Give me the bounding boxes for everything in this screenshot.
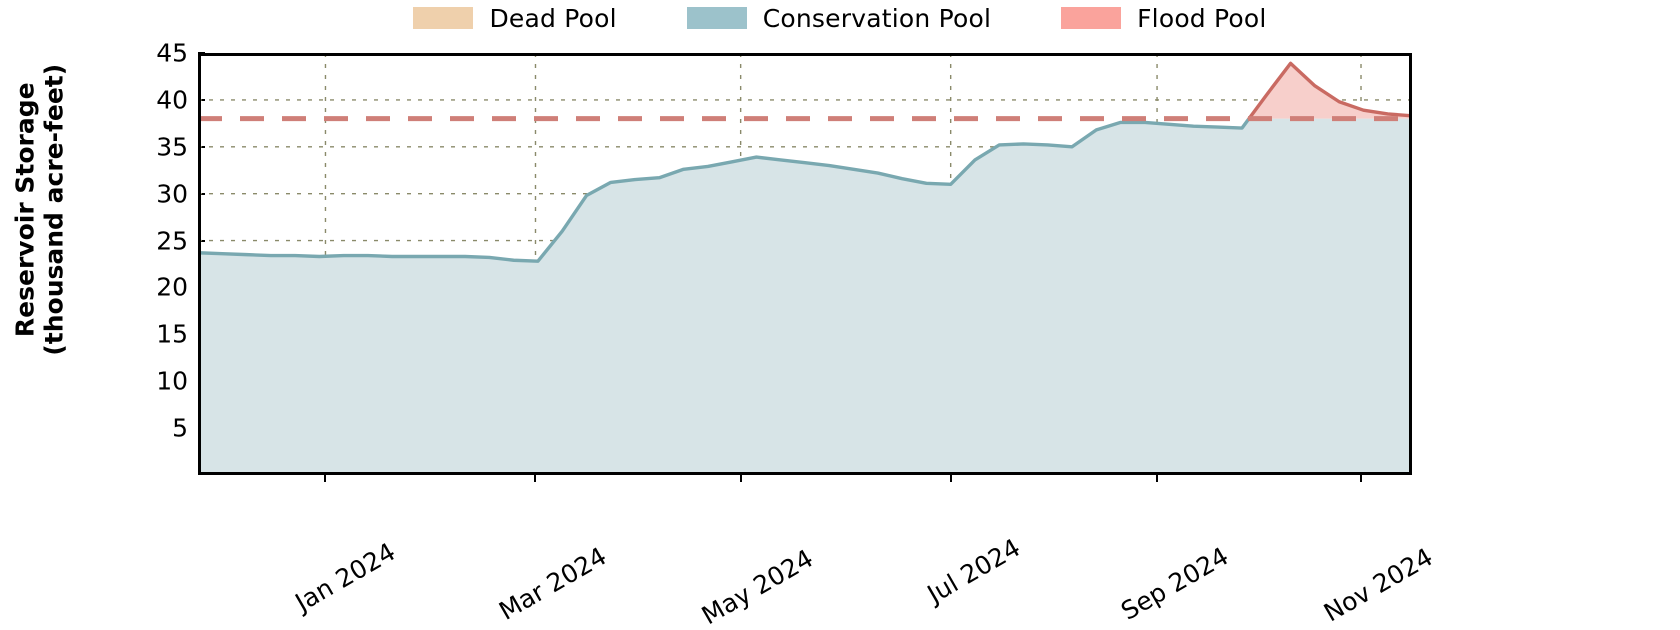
y-axis-title: Reservoir Storage (thousand acre-feet) xyxy=(10,0,69,425)
conservation-pool-area xyxy=(198,118,1412,475)
chart-root: Dead Pool Conservation Pool Flood Pool R… xyxy=(0,0,1680,630)
x-tick-mark xyxy=(949,475,952,482)
y-tick-label: 15 xyxy=(156,319,188,349)
y-tick-label: 25 xyxy=(156,226,188,256)
x-tick-label: Mar 2024 xyxy=(494,541,612,626)
x-tick-mark xyxy=(1156,475,1159,482)
legend-item-flood-pool[interactable]: Flood Pool xyxy=(1061,4,1266,33)
y-axis-tick-labels: 45 40 35 30 25 20 15 10 5 xyxy=(110,39,188,475)
legend-label-conservation-pool: Conservation Pool xyxy=(762,3,992,33)
x-tick-label: Sep 2024 xyxy=(1116,541,1234,626)
x-tick-mark xyxy=(1360,475,1362,482)
x-axis-tick-labels: Jan 2024 Mar 2024 May 2024 Jul 2024 Sep 2024… xyxy=(198,482,1438,630)
y-tick-label: 30 xyxy=(156,179,188,209)
y-tick-label: 35 xyxy=(156,132,188,162)
x-tick-label: Jan 2024 xyxy=(290,537,401,618)
flood-pool-swatch xyxy=(1061,7,1122,29)
dead-pool-swatch xyxy=(413,7,474,29)
y-tick-label: 40 xyxy=(156,85,188,115)
x-tick-label: May 2024 xyxy=(696,543,818,630)
y-tick-label: 5 xyxy=(172,413,188,443)
x-tick-label: Nov 2024 xyxy=(1318,542,1438,628)
x-tick-mark xyxy=(534,475,537,482)
chart-legend: Dead Pool Conservation Pool Flood Pool xyxy=(0,0,1680,36)
conservation-pool-swatch xyxy=(686,7,747,29)
x-tick-mark xyxy=(739,475,742,482)
y-tick-label: 20 xyxy=(156,272,188,302)
y-axis-title-line2: (thousand acre-feet) xyxy=(39,63,68,356)
y-axis-title-line1: Reservoir Storage xyxy=(10,82,40,338)
y-tick-label: 45 xyxy=(156,38,188,68)
plot-area[interactable] xyxy=(198,53,1412,475)
series-layer xyxy=(198,61,1412,475)
y-tick-label: 10 xyxy=(156,366,188,396)
x-tick-mark xyxy=(324,475,327,482)
x-tick-label: Jul 2024 xyxy=(922,532,1025,609)
legend-item-dead-pool[interactable]: Dead Pool xyxy=(413,3,617,33)
legend-label-dead-pool: Dead Pool xyxy=(489,3,617,33)
legend-item-conservation-pool[interactable]: Conservation Pool xyxy=(686,3,992,33)
legend-label-flood-pool: Flood Pool xyxy=(1137,3,1267,33)
chart-canvas xyxy=(198,53,1412,475)
